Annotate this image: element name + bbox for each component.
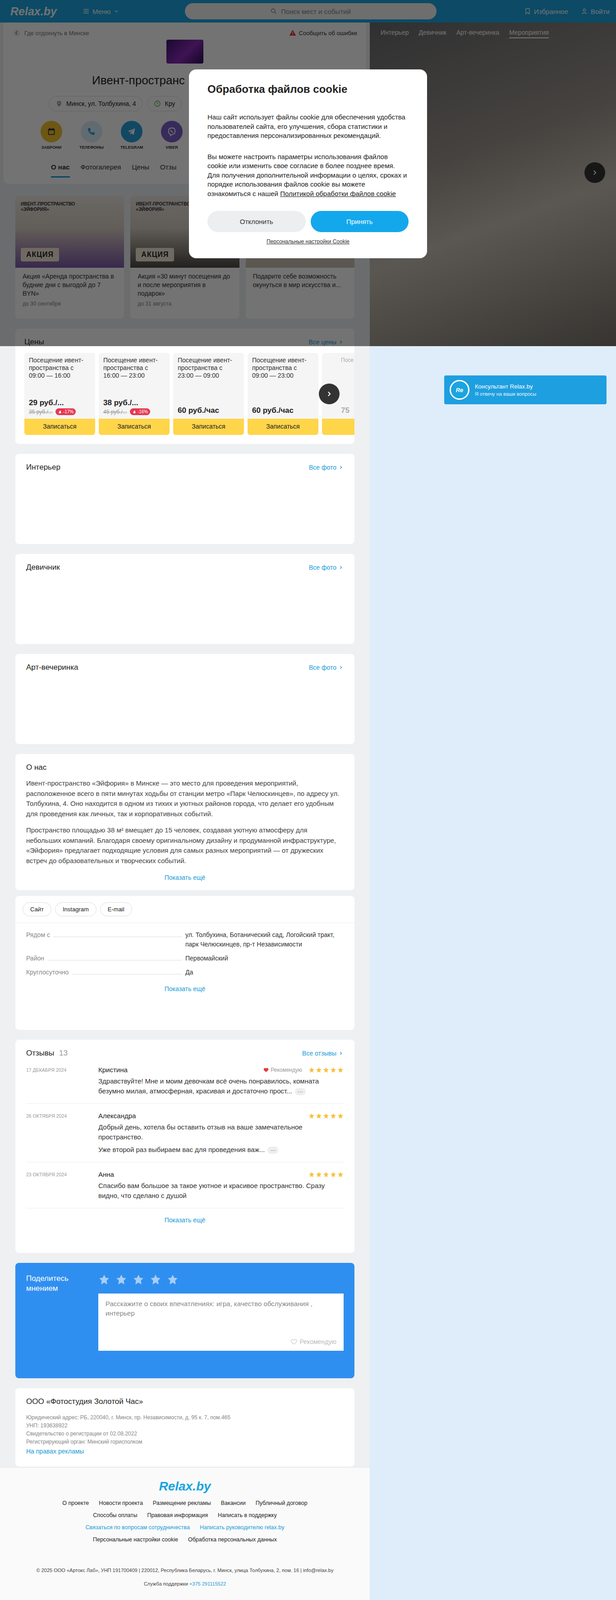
footer-link[interactable]: Написать руководителю relax.by bbox=[199, 1522, 285, 1535]
footer-link[interactable]: Персональные настройки cookie bbox=[92, 1534, 179, 1547]
footer-link[interactable]: Правовая информация bbox=[147, 1510, 208, 1523]
star-icon[interactable] bbox=[166, 1274, 179, 1287]
footer-link[interactable]: Написать в поддержку bbox=[217, 1510, 277, 1523]
scroll-right-button[interactable] bbox=[318, 383, 340, 405]
all-photos-link[interactable]: Все фото bbox=[308, 464, 344, 472]
star-icon bbox=[330, 1172, 337, 1179]
price-item[interactable]: Посещение ивент-пространства с 09:00 — 1… bbox=[24, 353, 96, 436]
contact-link[interactable]: Сайт bbox=[22, 902, 52, 917]
chevron-right-icon bbox=[325, 390, 334, 399]
advertising-link[interactable]: На правах рекламы bbox=[26, 1448, 344, 1456]
chevron-right-icon bbox=[338, 1051, 344, 1057]
flame-icon bbox=[57, 409, 63, 415]
star-icon bbox=[337, 1067, 344, 1074]
footer-link[interactable]: Публичный договор bbox=[255, 1498, 308, 1511]
heart-icon bbox=[263, 1067, 269, 1074]
all-photos-link[interactable]: Все фото bbox=[308, 564, 344, 572]
chevron-right-icon bbox=[338, 464, 344, 471]
show-more-link[interactable]: Показать ещё bbox=[26, 1217, 344, 1225]
all-photos-link[interactable]: Все фото bbox=[308, 664, 344, 672]
price-item[interactable]: Посещение ивент-пространства с 16:00 — 2… bbox=[98, 353, 170, 436]
all-reviews-link[interactable]: Все отзывы bbox=[302, 1050, 344, 1058]
show-more-link[interactable]: Показать ещё bbox=[26, 985, 344, 993]
star-icon bbox=[337, 1172, 344, 1179]
gallery-card: ИнтерьерВсе фото bbox=[15, 454, 355, 545]
info-card: СайтInstagramE-mail Рядом сул. Толбухина,… bbox=[15, 896, 355, 1031]
gallery-card: ДевичникВсе фото bbox=[15, 554, 355, 645]
star-rating bbox=[308, 1067, 344, 1074]
detail-row: КруглосуточноДа bbox=[26, 968, 344, 978]
book-button[interactable] bbox=[321, 418, 355, 436]
star-icon bbox=[322, 1067, 330, 1074]
show-more-link[interactable]: Показать ещё bbox=[26, 874, 344, 882]
star-icon bbox=[337, 1113, 344, 1120]
review-textarea[interactable]: Расскажите о своих впечатлениях: игра, к… bbox=[98, 1294, 344, 1352]
consultant-avatar: Re bbox=[449, 380, 470, 400]
star-icon bbox=[330, 1113, 337, 1120]
discount-badge: -17% bbox=[55, 408, 76, 416]
star-icon[interactable] bbox=[98, 1274, 111, 1287]
chevron-right-icon bbox=[338, 565, 344, 571]
star-icon bbox=[315, 1067, 322, 1074]
contact-link[interactable]: Instagram bbox=[55, 902, 97, 917]
review: 23 ОКТЯБРЯ 2024АннаСпасибо вам большое з… bbox=[26, 1163, 344, 1210]
footer-link[interactable]: О проекте bbox=[62, 1498, 89, 1511]
star-icon bbox=[308, 1113, 315, 1120]
star-icon[interactable] bbox=[115, 1274, 128, 1287]
star-icon bbox=[308, 1067, 315, 1074]
contact-link[interactable]: E-mail bbox=[100, 902, 133, 917]
detail-row: Рядом сул. Толбухина, Ботанический сад, … bbox=[26, 930, 344, 950]
review: 26 ОКТЯБРЯ 2024АлександраДобрый день, хо… bbox=[26, 1104, 344, 1164]
book-button[interactable]: Записаться bbox=[247, 418, 319, 436]
star-icon bbox=[322, 1113, 330, 1120]
about-card: О насИвент-пространство «Эйфория» в Минс… bbox=[15, 754, 355, 891]
support-phone[interactable]: +375 291115522 bbox=[189, 1581, 226, 1588]
rating-input[interactable] bbox=[98, 1274, 344, 1287]
cookie-dialog: Обработка файлов cookieНаш сайт использу… bbox=[188, 69, 428, 259]
star-icon[interactable] bbox=[149, 1274, 162, 1287]
recommend-toggle[interactable]: Рекомендую bbox=[290, 1338, 337, 1347]
footer-link[interactable]: Размещение рекламы bbox=[152, 1498, 212, 1511]
star-icon bbox=[315, 1172, 322, 1179]
policy-link[interactable]: Политикой обработки файлов cookie bbox=[280, 189, 396, 198]
accept-button[interactable]: Принять bbox=[310, 211, 410, 233]
book-button[interactable]: Записаться bbox=[98, 418, 170, 436]
chevron-right-icon bbox=[338, 665, 344, 671]
expand-review-button[interactable]: ··· bbox=[294, 1088, 306, 1096]
footer: Relax.by О проекте Новости проекта Размещен… bbox=[0, 1467, 370, 1600]
star-icon bbox=[330, 1067, 337, 1074]
footer-logo[interactable]: Relax.by bbox=[158, 1480, 211, 1495]
star-rating bbox=[308, 1172, 344, 1179]
footer-link[interactable]: Способы оплаты bbox=[92, 1510, 138, 1523]
star-rating bbox=[308, 1113, 344, 1120]
heart-outline-icon bbox=[290, 1339, 298, 1346]
star-icon bbox=[322, 1172, 330, 1179]
gallery-card: Арт-вечеринкаВсе фото bbox=[15, 654, 355, 745]
reviews-card: Отзывы 13Все отзывы 17 ДЕКАБРЯ 2024Крист… bbox=[15, 1040, 355, 1254]
footer-link[interactable]: Связаться по вопросам сотрудничества bbox=[85, 1522, 190, 1535]
price-item[interactable]: Посещение ивент-пространства с 09:00 — 2… bbox=[247, 353, 319, 436]
decline-button[interactable]: Отклонить bbox=[207, 211, 306, 233]
detail-row: РайонПервомайский bbox=[26, 954, 344, 964]
footer-link[interactable]: Обработка персональных данных bbox=[188, 1534, 277, 1547]
review: 17 ДЕКАБРЯ 2024Кристина РекомендуюЗдравс… bbox=[26, 1058, 344, 1105]
consultant-widget[interactable]: ReКонсультант Relax.byЯ отвечу на ваши в… bbox=[444, 375, 607, 405]
page: Relax.byМенюПоиск мест и событийИзбранно… bbox=[0, 0, 616, 1600]
footer-link[interactable]: Вакансии bbox=[220, 1498, 246, 1511]
star-icon[interactable] bbox=[132, 1274, 145, 1287]
book-button[interactable]: Записаться bbox=[24, 418, 96, 436]
share-opinion-card: Поделитесь мнениемРасскажите о своих впе… bbox=[15, 1263, 355, 1380]
price-item[interactable]: Посещение ивент-пространства с 23:00 — 0… bbox=[173, 353, 244, 436]
company-card: ООО «Фотостудия Золотой Час»Юридический … bbox=[15, 1388, 355, 1468]
star-icon bbox=[315, 1113, 322, 1120]
recommend-badge: Рекомендую bbox=[263, 1067, 303, 1074]
flame-icon bbox=[132, 409, 137, 415]
discount-badge: -16% bbox=[129, 408, 151, 416]
footer-link[interactable]: Новости проекта bbox=[98, 1498, 143, 1511]
star-icon bbox=[308, 1172, 315, 1179]
cookie-settings-link[interactable]: Персональные настройки Cookie bbox=[207, 238, 409, 245]
book-button[interactable]: Записаться bbox=[173, 418, 244, 436]
expand-review-button[interactable]: ··· bbox=[267, 1147, 279, 1155]
